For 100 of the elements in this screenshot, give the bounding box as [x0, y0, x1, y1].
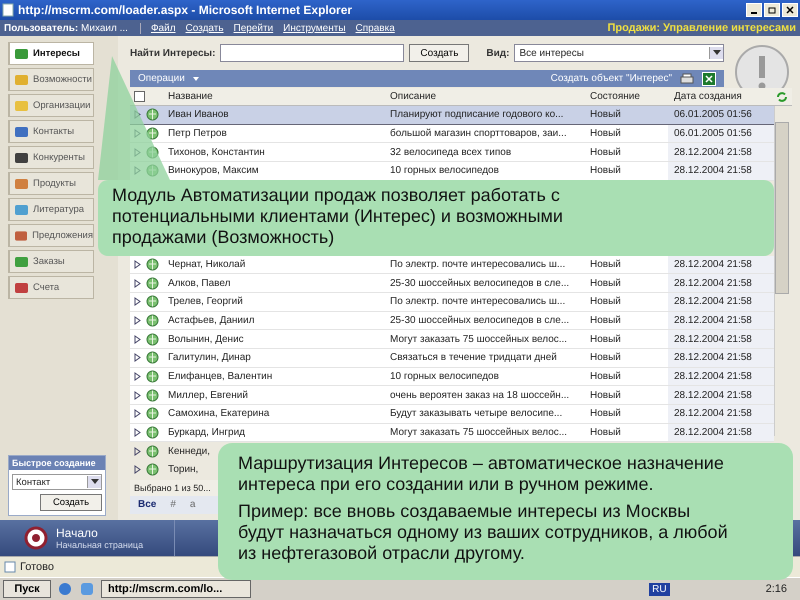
table-row[interactable]: Алков, Павел 25-30 шоссейных велосипедов в сле... Новый 28.12.2004 21:58	[130, 274, 774, 293]
table-row[interactable]: Волынин, Денис Могут заказать 75 шоссейных велос... Новый 28.12.2004 21:58	[130, 330, 774, 349]
date-cell: 28.12.2004 21:58	[668, 424, 774, 442]
sidebar-item[interactable]: Счета	[8, 276, 94, 299]
sidebar-item[interactable]: Организации	[8, 94, 94, 117]
taskbar-window-button[interactable]: http://mscrm.com/lo...	[101, 580, 251, 598]
select-all-checkbox[interactable]	[134, 91, 145, 102]
table-row[interactable]: Трелев, Георгий По электр. почте интересовались ш... Новый 28.12.2004 21:58	[130, 292, 774, 312]
printer-icon[interactable]	[680, 72, 694, 84]
sidebar-item[interactable]: Возможности	[8, 68, 94, 91]
name-cell[interactable]: Иван Иванов	[168, 109, 229, 120]
dropdown-arrow-icon	[712, 50, 720, 56]
operations-menu[interactable]: Операции	[138, 73, 185, 84]
view-dropdown[interactable]: Все интересы	[514, 44, 724, 62]
record-type-dropdown[interactable]: Контакт	[12, 474, 102, 490]
description-cell: По электр. почте интересовались ш...	[390, 258, 566, 270]
name-cell[interactable]: Трелев, Георгий	[168, 296, 243, 308]
start-button[interactable]: Пуск	[3, 580, 51, 598]
globe-icon	[146, 258, 159, 271]
status-cell: Новый	[590, 408, 621, 420]
description-cell: 25-30 шоссейных велосипедов в сле...	[390, 278, 570, 289]
status-cell: Новый	[590, 128, 621, 140]
selection-status: Выбрано 1 из 50...	[134, 482, 211, 493]
scrollbar[interactable]	[774, 106, 789, 436]
menu-item[interactable]: Создать	[186, 22, 224, 34]
table-row[interactable]: Буркард, Ингрид Могут заказать 75 шоссейных велос... Новый 28.12.2004 21:58	[130, 424, 774, 442]
description-cell: Связаться в течение тридцати дней	[390, 352, 557, 364]
sidebar-item[interactable]: Интересы	[8, 42, 94, 65]
date-cell: 28.12.2004 21:58	[668, 292, 774, 311]
create-button[interactable]: Создать	[409, 44, 470, 62]
name-cell[interactable]: Торин,	[168, 464, 198, 476]
search-field[interactable]	[220, 44, 404, 62]
minimize-button[interactable]	[746, 3, 762, 17]
menu-item[interactable]: Инструменты	[283, 22, 346, 34]
alphabet-filter[interactable]: а	[190, 499, 196, 510]
name-cell[interactable]: Винокуров, Максим	[168, 165, 259, 176]
name-cell[interactable]: Волынин, Денис	[168, 334, 244, 345]
name-cell[interactable]: Самохина, Екатерина	[168, 408, 270, 420]
globe-icon	[146, 108, 159, 122]
column-header[interactable]: Состояние	[590, 91, 668, 102]
create-object-link[interactable]: Создать объект "Интерес"	[550, 73, 672, 84]
restore-button[interactable]	[764, 3, 780, 17]
sidebar-item[interactable]: Контакты	[8, 120, 94, 143]
table-row[interactable]: Самохина, Екатерина Будут заказывать четыре велосипе... Новый 28.12.2004 21:58	[130, 405, 774, 424]
globe-icon	[146, 407, 159, 420]
refresh-icon[interactable]	[776, 90, 788, 102]
description-cell: 10 горных велосипедов	[390, 165, 499, 176]
close-button[interactable]	[782, 3, 798, 17]
description-cell: очень вероятен заказ на 18 шоссейн...	[390, 390, 570, 401]
name-cell[interactable]: Петр Петров	[168, 128, 227, 140]
menu-item[interactable]: Справка	[356, 22, 395, 34]
table-row[interactable]: Миллер, Евгений очень вероятен заказ на 18 шоссейн... Новый 28.12.2004 21:58	[130, 386, 774, 406]
column-header[interactable]: Дата создания	[668, 91, 774, 102]
description-cell: По электр. почте интересовались ш...	[390, 296, 566, 308]
sidebar-item[interactable]: Продукты	[8, 172, 94, 195]
globe-icon	[146, 444, 159, 458]
menu-item[interactable]: Файл	[150, 22, 176, 34]
create-button[interactable]: Создать	[40, 494, 102, 511]
status-cell: Новый	[590, 165, 621, 176]
status-cell: Новый	[590, 146, 621, 158]
column-header[interactable]: Название	[164, 91, 388, 102]
status-cell: Новый	[590, 427, 621, 438]
date-cell: 28.12.2004 21:58	[668, 330, 774, 348]
name-cell[interactable]: Тихонов, Константин	[168, 146, 265, 158]
sidebar-item[interactable]: Конкуренты	[8, 146, 94, 169]
name-cell[interactable]: Алков, Павел	[168, 278, 230, 289]
globe-icon	[146, 314, 159, 327]
date-cell: 28.12.2004 21:58	[668, 143, 774, 162]
date-cell: 28.12.2004 21:58	[668, 386, 774, 404]
name-cell[interactable]: Галитулин, Динар	[168, 352, 251, 364]
name-cell[interactable]: Астафьев, Даниил	[168, 314, 254, 326]
table-row[interactable]: Чернат, Николай По электр. почте интересовались ш... Новый 28.12.2004 21:58	[130, 256, 774, 274]
alphabet-filter[interactable]: Все	[138, 499, 156, 510]
name-cell[interactable]: Буркард, Ингрид	[168, 427, 246, 438]
column-header[interactable]: Описание	[388, 91, 590, 102]
globe-icon	[146, 276, 159, 290]
table-row[interactable]: Астафьев, Даниил 25-30 шоссейных велосипедов в сле... Новый 28.12.2004 21:58	[130, 312, 774, 330]
date-cell: 28.12.2004 21:58	[668, 312, 774, 330]
user-label: Пользователь: Михаил ...	[4, 22, 141, 34]
spreadsheet-icon[interactable]	[702, 72, 716, 86]
table-row[interactable]: Галитулин, Динар Связаться в течение тридцати дней Новый 28.12.2004 21:58	[130, 348, 774, 368]
globe-icon	[146, 388, 159, 402]
status-text: Готово	[20, 561, 54, 573]
sidebar-item[interactable]: Литература	[8, 198, 94, 221]
name-cell[interactable]: Кеннеди,	[168, 446, 210, 457]
close-icon	[786, 6, 794, 14]
name-cell[interactable]: Миллер, Евгений	[168, 390, 248, 401]
name-cell[interactable]: Елифанцев, Валентин	[168, 371, 272, 382]
language-indicator[interactable]: RU	[649, 582, 670, 596]
alphabet-filter[interactable]: #	[170, 499, 176, 510]
globe-icon	[146, 370, 159, 384]
description-cell: 32 велосипеда всех типов	[390, 146, 512, 158]
status-cell: Новый	[590, 390, 621, 401]
target-icon	[24, 526, 48, 550]
sidebar-item[interactable]: Предложения	[8, 224, 94, 247]
sidebar-item[interactable]: Заказы	[8, 250, 94, 273]
description-cell: 25-30 шоссейных велосипедов в сле...	[390, 314, 570, 326]
name-cell[interactable]: Чернат, Николай	[168, 258, 246, 270]
table-row[interactable]: Елифанцев, Валентин 10 горных велосипедов Новый 28.12.2004 21:58	[130, 368, 774, 386]
menu-item[interactable]: Перейти	[234, 22, 274, 34]
